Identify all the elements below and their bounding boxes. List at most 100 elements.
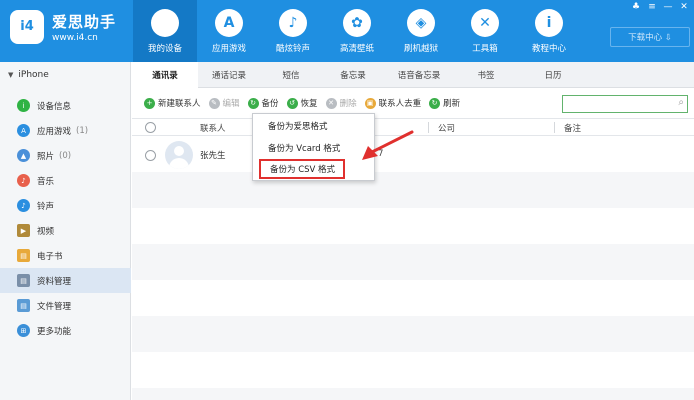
sidebar-item-label: 铃声 [37, 201, 55, 212]
edit-button[interactable]: ✎ 编辑 [208, 97, 240, 109]
table-row [132, 316, 694, 352]
download-center-button[interactable]: 下载中心 ⇩ [610, 27, 690, 47]
menu-item-backup-i4[interactable]: 备份为爱思格式 [253, 116, 374, 136]
delete-icon: ✕ [325, 97, 337, 109]
nav-item-6[interactable]: i 教程中心 [517, 0, 581, 62]
sidebar-item-7[interactable]: ▤ 资料管理 [0, 268, 131, 293]
sidebar-item-6[interactable]: ▤ 电子书 [0, 243, 131, 268]
sidebar-item-label: 更多功能 [37, 326, 72, 337]
contact-name: 张先生 [200, 151, 226, 161]
restore-button[interactable]: ↺ 恢复 [286, 97, 318, 109]
video-icon: ▶ [17, 224, 30, 237]
sidebar-item-label: 音乐 [37, 176, 55, 187]
nav-item-0[interactable]: 我的设备 [133, 0, 197, 62]
toolbar-label: 联系人去重 [378, 99, 422, 109]
sidebar-item-2[interactable]: ▲ 照片 (0) [0, 143, 131, 168]
collapse-triangle-icon[interactable]: ▼ [8, 71, 13, 79]
table-row [132, 388, 694, 400]
table-row [132, 352, 694, 388]
tab-3[interactable]: 备忘录 [322, 62, 384, 88]
close-icon[interactable]: ✕ [678, 2, 690, 12]
dropbox-icon: ◈ [407, 9, 435, 37]
app-brand: 爱思助手 [52, 13, 117, 31]
table-row [132, 208, 694, 244]
sidebar-item-3[interactable]: ♪ 音乐 [0, 168, 131, 193]
menu-item-backup-csv[interactable]: 备份为 CSV 格式 [259, 159, 345, 179]
contact-phone-fragment: 7 [378, 149, 384, 159]
nav-item-2[interactable]: ♪ 酷炫铃声 [261, 0, 325, 62]
sidebar-item-label: 应用游戏 [37, 126, 72, 137]
table-row [132, 244, 694, 280]
tab-2[interactable]: 短信 [260, 62, 322, 88]
data-icon: ▤ [17, 274, 30, 287]
sidebar-item-count: (1) [76, 125, 89, 136]
sidebar-item-0[interactable]: i 设备信息 [0, 93, 131, 118]
search-icon[interactable]: ⌕ [678, 97, 684, 108]
skin-icon[interactable]: ♣ [630, 2, 642, 12]
flower-icon: ✿ [343, 9, 371, 37]
device-name: iPhone [18, 70, 49, 80]
sidebar-item-1[interactable]: A 应用游戏 (1) [0, 118, 131, 143]
sidebar-item-5[interactable]: ▶ 视频 [0, 218, 131, 243]
sidebar-item-8[interactable]: ▤ 文件管理 [0, 293, 131, 318]
sidebar-item-label: 电子书 [37, 251, 63, 262]
nav-label: 工具箱 [472, 44, 498, 54]
bell-icon: ♪ [279, 9, 307, 37]
nav-label: 刷机越狱 [403, 44, 438, 54]
column-separator [554, 122, 555, 133]
folder-icon: ▤ [17, 299, 30, 312]
backup-button[interactable]: ↻ 备份 [247, 97, 279, 109]
nav-item-5[interactable]: ✕ 工具箱 [453, 0, 517, 62]
menu-item-backup-vcard[interactable]: 备份为 Vcard 格式 [253, 138, 374, 158]
main-nav: 我的设备 A 应用游戏 ♪ 酷炫铃声 ✿ 高清壁纸 ◈ 刷机越狱 ✕ 工具箱 i 教程中心 [133, 0, 581, 62]
minimize-icon[interactable]: — [662, 2, 674, 12]
backup-icon: ↻ [247, 97, 259, 109]
sidebar: ▼ iPhone i 设备信息 A 应用游戏 (1) ▲ 照片 (0) ♪ 音乐 ♪ 铃声 ▶ 视频 ▤ 电子… [0, 62, 131, 400]
device-node[interactable]: ▼ iPhone [0, 62, 130, 88]
refresh-button[interactable]: ↻ 刷新 [429, 97, 460, 109]
nav-label: 高清壁纸 [339, 44, 374, 54]
info-circle-icon: i [17, 99, 30, 112]
info-icon: i [535, 9, 563, 37]
search-input[interactable]: ⌕ [562, 95, 688, 113]
toolbar-label: 恢复 [300, 99, 318, 109]
column-header-contact[interactable]: 联系人 [200, 122, 226, 134]
tab-6[interactable]: 日历 [518, 62, 588, 88]
delete-button[interactable]: ✕ 删除 [325, 97, 357, 109]
tab-0[interactable]: 通讯录 [132, 62, 198, 88]
app-site: www.i4.cn [52, 33, 98, 43]
sidebar-item-label: 设备信息 [37, 101, 72, 112]
nav-item-1[interactable]: A 应用游戏 [197, 0, 261, 62]
backup-dropdown-menu: 备份为爱思格式 备份为 Vcard 格式 备份为 CSV 格式 [252, 113, 375, 181]
tab-1[interactable]: 通话记录 [198, 62, 260, 88]
dedupe-icon: ▣ [364, 97, 376, 109]
avatar [165, 141, 193, 169]
nav-label: 教程中心 [531, 44, 566, 54]
add-button[interactable]: + 新建联系人 [144, 97, 201, 109]
window-controls: ♣ ≡ — ✕ [630, 2, 690, 12]
column-header-note[interactable]: 备注 [564, 122, 581, 134]
table-row[interactable]: 张先生 7 [132, 136, 694, 172]
menu-icon[interactable]: ≡ [646, 2, 658, 12]
app-store-icon: A [215, 9, 243, 37]
sidebar-item-label: 照片 [37, 151, 55, 162]
dedupe-button[interactable]: ▣ 联系人去重 [364, 97, 422, 109]
tab-5[interactable]: 书签 [454, 62, 518, 88]
bell-icon: ♪ [17, 199, 30, 212]
avatar-body [169, 158, 189, 169]
column-header-company[interactable]: 公司 [438, 122, 455, 134]
nav-item-4[interactable]: ◈ 刷机越狱 [389, 0, 453, 62]
nav-label: 我的设备 [147, 44, 182, 54]
sidebar-item-4[interactable]: ♪ 铃声 [0, 193, 131, 218]
refresh-icon: ↻ [429, 97, 441, 109]
toolbar-label: 删除 [339, 99, 357, 109]
nav-item-3[interactable]: ✿ 高清壁纸 [325, 0, 389, 62]
sidebar-item-label: 视频 [37, 226, 55, 237]
select-all-checkbox[interactable] [145, 122, 156, 133]
book-icon: ▤ [17, 249, 30, 262]
nav-label: 应用游戏 [211, 44, 246, 54]
row-checkbox[interactable] [145, 150, 156, 161]
sidebar-item-9[interactable]: ⊞ 更多功能 [0, 318, 131, 343]
table-row [132, 280, 694, 316]
tab-4[interactable]: 语音备忘录 [384, 62, 454, 88]
